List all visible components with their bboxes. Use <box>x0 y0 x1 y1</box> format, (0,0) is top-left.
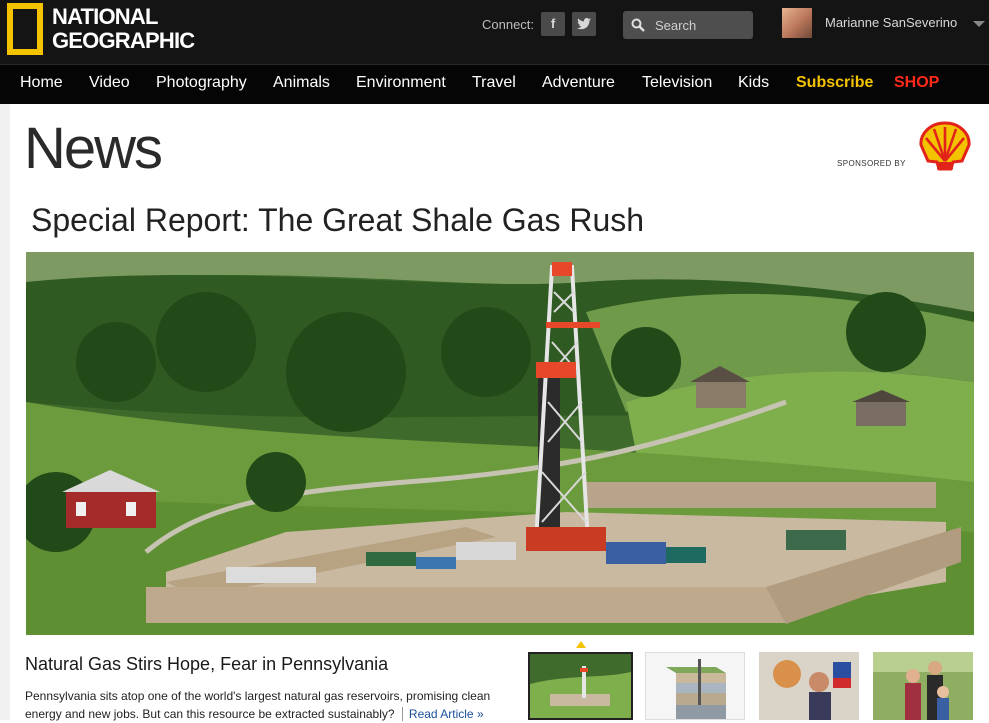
logo-line-2: GEOGRAPHIC <box>52 28 195 53</box>
nav-kids[interactable]: Kids <box>738 74 769 92</box>
top-bar: NATIONAL GEOGRAPHIC Connect: f Marianne … <box>0 0 989 64</box>
read-article-link[interactable]: Read Article » <box>401 707 484 721</box>
search-icon <box>631 18 645 32</box>
drilling-site-thumb[interactable] <box>528 652 633 720</box>
yellow-frame-icon <box>7 3 43 55</box>
user-name[interactable]: Marianne SanSeverino <box>825 15 957 30</box>
left-gutter <box>0 104 10 720</box>
rock-layers-thumb[interactable] <box>645 652 745 720</box>
sponsored-by-label: SPONSORED BY <box>837 159 906 168</box>
article-title[interactable]: Natural Gas Stirs Hope, Fear in Pennsylv… <box>25 654 388 675</box>
twitter-icon <box>577 18 591 30</box>
active-thumb-marker-icon <box>576 641 586 648</box>
nav-television[interactable]: Television <box>642 74 712 92</box>
nav-adventure[interactable]: Adventure <box>542 74 615 92</box>
nav-shop[interactable]: SHOP <box>894 74 939 92</box>
facebook-button[interactable]: f <box>541 12 565 36</box>
nav-travel[interactable]: Travel <box>472 74 516 92</box>
twitter-button[interactable] <box>572 12 596 36</box>
shell-logo-icon[interactable] <box>918 121 972 171</box>
search-input[interactable] <box>655 15 747 35</box>
nav-video[interactable]: Video <box>89 74 130 92</box>
main-nav: Home Video Photography Animals Environme… <box>0 64 989 104</box>
search-box[interactable] <box>623 11 753 39</box>
national-geographic-logo[interactable]: NATIONAL GEOGRAPHIC <box>7 3 195 55</box>
nav-home[interactable]: Home <box>20 74 63 92</box>
avatar[interactable] <box>782 8 812 38</box>
nav-subscribe[interactable]: Subscribe <box>796 74 873 92</box>
family-portrait-thumb[interactable] <box>873 652 973 720</box>
family-kitchen-thumb[interactable] <box>759 652 859 720</box>
chevron-down-icon[interactable] <box>973 21 985 27</box>
page-title: News <box>24 116 163 181</box>
hero-image-drilling-site[interactable] <box>26 252 974 635</box>
nav-photography[interactable]: Photography <box>156 74 247 92</box>
article-summary: Pennsylvania sits atop one of the world'… <box>25 687 505 723</box>
nav-animals[interactable]: Animals <box>273 74 330 92</box>
nav-environment[interactable]: Environment <box>356 74 446 92</box>
logo-line-1: NATIONAL <box>52 4 158 29</box>
facebook-icon: f <box>550 16 556 31</box>
connect-label: Connect: <box>482 17 535 32</box>
report-title[interactable]: Special Report: The Great Shale Gas Rush <box>31 202 644 239</box>
